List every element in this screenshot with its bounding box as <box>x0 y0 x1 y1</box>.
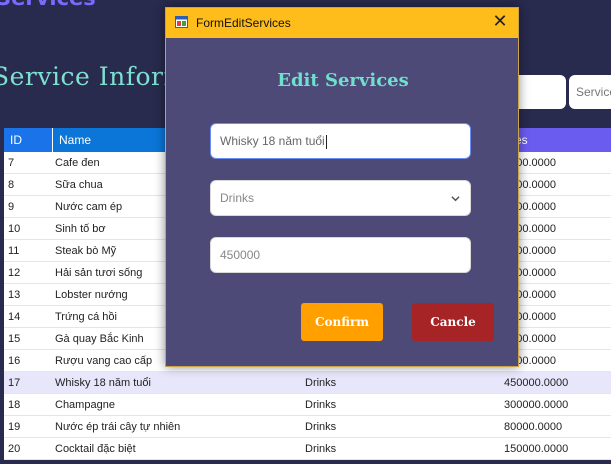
cell-id: 14 <box>8 311 21 323</box>
cell-id: 10 <box>8 223 21 235</box>
cancel-button[interactable]: Cancle <box>412 303 494 341</box>
cell-id: 20 <box>8 443 21 455</box>
edit-services-dialog: FormEditServices ✕ Edit Services Whisky … <box>165 7 519 367</box>
category-selected-value: Drinks <box>220 191 255 205</box>
cell-id: 17 <box>8 377 21 389</box>
service-name-value: Whisky 18 năm tuổi <box>220 134 325 148</box>
table-row[interactable]: 18 Champagne Drinks 300000.0000 <box>4 394 611 416</box>
cell-id: 13 <box>8 289 21 301</box>
cell-id: 15 <box>8 333 21 345</box>
cell-name: Gà quay Bắc Kinh <box>55 333 144 345</box>
app-title: Services <box>0 0 96 10</box>
cell-category: Drinks <box>305 377 337 389</box>
cell-id: 18 <box>8 399 21 411</box>
cell-id: 19 <box>8 421 21 433</box>
cell-name: Hải sản tươi sống <box>55 267 143 279</box>
close-icon[interactable]: ✕ <box>488 11 512 33</box>
category-dropdown[interactable]: Drinks <box>210 180 471 216</box>
column-header-id[interactable]: ID <box>4 128 53 152</box>
cell-id: 7 <box>8 157 15 169</box>
cell-name: Cafe đen <box>55 157 100 169</box>
cell-price: 450000.0000 <box>504 377 569 389</box>
dialog-titlebar[interactable]: FormEditServices ✕ <box>166 8 518 38</box>
cell-name: Steak bò Mỹ <box>55 245 117 257</box>
cell-name: Trứng cá hồi <box>55 311 117 323</box>
text-caret <box>325 134 327 149</box>
cell-name: Sữa chua <box>55 179 103 191</box>
cell-name: Nước cam ép <box>55 201 123 213</box>
table-row[interactable]: 19 Nước ép trái cây tự nhiên Drinks 80000.0… <box>4 416 611 438</box>
cell-category: Drinks <box>305 399 337 411</box>
cell-price: 80000.0000 <box>504 421 563 433</box>
cell-id: 11 <box>8 245 20 257</box>
cell-id: 9 <box>8 201 15 213</box>
cell-name: Lobster nướng <box>55 289 128 301</box>
service-name-field[interactable]: Whisky 18 năm tuổi <box>210 123 471 159</box>
dialog-title: FormEditServices <box>196 16 291 30</box>
form-window-icon <box>175 16 188 28</box>
cell-id: 16 <box>8 355 21 367</box>
cell-id: 12 <box>8 267 21 279</box>
price-field[interactable]: 450000 <box>210 237 471 273</box>
table-row[interactable]: 20 Cocktail đặc biệt Drinks 150000.0000 <box>4 438 611 460</box>
cell-id: 8 <box>8 179 15 191</box>
cell-category: Drinks <box>305 421 337 433</box>
cell-name: Rượu vang cao cấp <box>55 355 153 367</box>
dialog-heading: Edit Services <box>277 70 409 91</box>
table-row[interactable]: 17 Whisky 18 năm tuổi Drinks 450000.0000 <box>4 372 611 394</box>
cell-name: Nước ép trái cây tự nhiên <box>55 421 181 433</box>
price-value: 450000 <box>220 248 261 262</box>
cell-name: Champagne <box>55 399 115 411</box>
cell-price: 150000.0000 <box>504 443 569 455</box>
chevron-down-icon <box>451 196 460 202</box>
cell-name: Sinh tố bơ <box>55 223 106 235</box>
cell-category: Drinks <box>305 443 337 455</box>
cell-name: Whisky 18 năm tuổi <box>55 377 151 389</box>
column-header-prices[interactable]: ces <box>503 128 611 152</box>
cell-name: Cocktail đặc biệt <box>55 443 136 455</box>
search-service-input[interactable]: Service <box>569 75 611 109</box>
confirm-button[interactable]: Confirm <box>301 303 383 341</box>
cell-price: 300000.0000 <box>504 399 569 411</box>
